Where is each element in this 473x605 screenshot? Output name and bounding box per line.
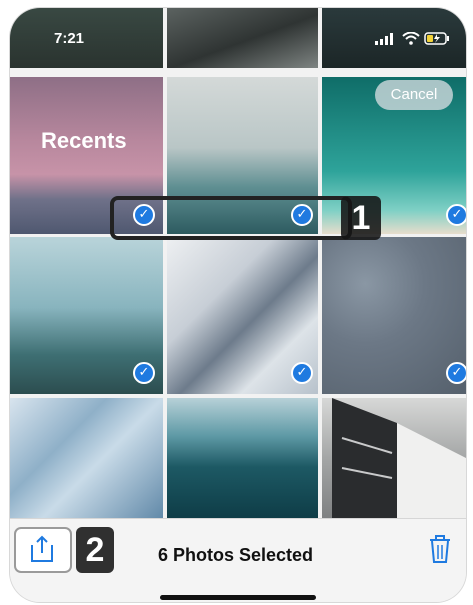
trash-icon [430, 535, 450, 563]
checkmark-icon: ✓ [451, 365, 463, 380]
wifi-icon [401, 31, 420, 45]
cancel-button[interactable]: Cancel [375, 80, 453, 110]
delete-button[interactable] [428, 535, 452, 568]
selection-highlight-box [110, 196, 352, 240]
photo-tile[interactable] [167, 398, 318, 523]
status-time: 7:21 [54, 30, 85, 47]
battery-charging-icon [424, 32, 450, 45]
signal-icon [375, 32, 393, 45]
checkmark-icon: ✓ [138, 365, 150, 380]
selected-checkmark: ✓ [133, 362, 155, 384]
photo-tile[interactable] [10, 398, 163, 523]
album-title: Recents [41, 128, 127, 153]
phone-screen: ✓ ✓ ✓ ✓ ✓ ✓ 7:21 Recents Cancel 1 2 6 Ph… [10, 8, 466, 602]
step-callout-2: 2 [76, 527, 114, 573]
building-photo-shape [332, 398, 466, 523]
selected-checkmark: ✓ [291, 362, 313, 384]
selected-checkmark: ✓ [446, 204, 466, 226]
selected-checkmark: ✓ [446, 362, 466, 384]
bottom-toolbar: 2 6 Photos Selected [10, 518, 466, 602]
share-icon [31, 535, 53, 562]
status-icons [375, 30, 450, 45]
checkmark-icon: ✓ [451, 207, 463, 222]
photo-tile[interactable] [322, 237, 466, 394]
selection-count: 6 Photos Selected [158, 545, 314, 565]
share-button[interactable] [14, 527, 72, 573]
status-bar: 7:21 [10, 8, 466, 58]
home-indicator[interactable] [160, 595, 316, 600]
photo-tile[interactable] [322, 398, 466, 523]
checkmark-icon: ✓ [296, 365, 308, 380]
step-callout-1: 1 [341, 196, 381, 240]
